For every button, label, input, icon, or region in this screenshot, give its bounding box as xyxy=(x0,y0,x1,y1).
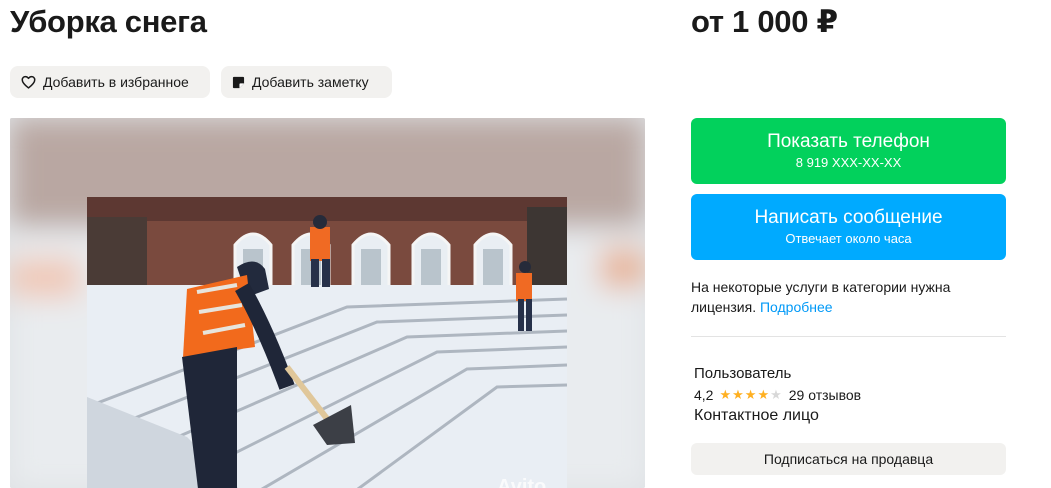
snow-removal-photo: Avito xyxy=(87,197,567,488)
listing-price: от 1 000 ₽ xyxy=(691,4,838,39)
add-to-favorites-button[interactable]: Добавить в избранное xyxy=(10,66,210,98)
response-time-label: Отвечает около часа xyxy=(785,231,912,246)
reviews-link[interactable]: 29 отзывов xyxy=(789,387,861,403)
seller-role: Контактное лицо xyxy=(694,407,819,424)
photo-gallery[interactable]: Avito xyxy=(10,118,645,488)
show-phone-button[interactable]: Показать телефон 8 919 XXX-XX-XX xyxy=(691,118,1006,184)
rating-value: 4,2 xyxy=(694,387,714,403)
note-icon xyxy=(232,76,245,88)
seller-name[interactable]: Пользователь xyxy=(694,365,791,382)
add-note-button[interactable]: Добавить заметку xyxy=(221,66,392,98)
show-phone-label: Показать телефон xyxy=(767,131,930,152)
star-icon: ★ xyxy=(770,387,782,402)
avito-watermark: Avito xyxy=(497,476,546,488)
subscribe-seller-button[interactable]: Подписаться на продавца xyxy=(691,443,1006,475)
star-icon: ★ xyxy=(732,387,744,402)
star-icon: ★ xyxy=(757,387,770,402)
license-notice: На некоторые услуги в категории нужна ли… xyxy=(691,277,991,317)
rating-stars: ★ ★ ★ ★ ★ xyxy=(719,388,782,402)
masked-phone-number: 8 919 XXX-XX-XX xyxy=(795,155,902,170)
listing-title: Уборка снега xyxy=(10,4,207,39)
star-icon: ★ xyxy=(719,387,732,402)
favorite-label: Добавить в избранное xyxy=(43,74,189,90)
divider xyxy=(691,336,1006,337)
seller-rating: 4,2 ★ ★ ★ ★ ★ 29 отзывов xyxy=(694,387,861,403)
write-message-button[interactable]: Написать сообщение Отвечает около часа xyxy=(691,194,1006,260)
license-more-link[interactable]: Подробнее xyxy=(760,299,833,315)
write-message-label: Написать сообщение xyxy=(754,207,943,228)
note-label: Добавить заметку xyxy=(252,74,369,90)
heart-icon xyxy=(21,75,36,89)
star-icon: ★ xyxy=(744,387,757,402)
